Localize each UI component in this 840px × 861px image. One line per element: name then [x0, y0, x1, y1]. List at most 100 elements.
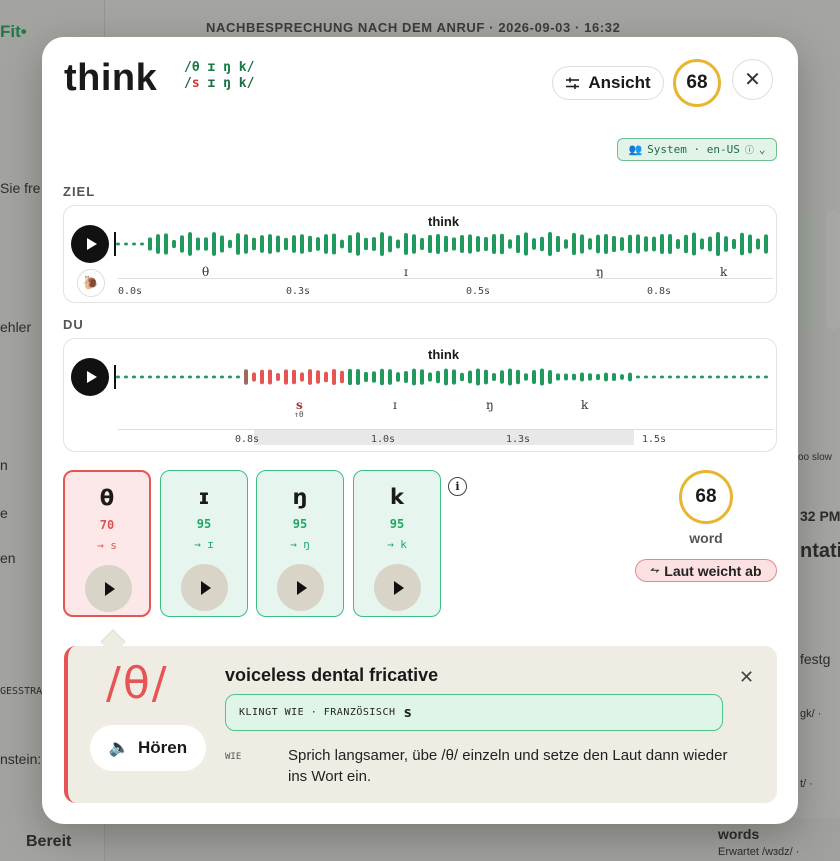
- sliders-icon: [566, 77, 580, 89]
- waveform-bar: [228, 375, 232, 379]
- waveform-bar: [484, 236, 488, 252]
- waveform-bar: [532, 370, 536, 384]
- waveform-bar: [588, 238, 592, 250]
- waveform-bar: [356, 368, 360, 386]
- phoneme-play-button[interactable]: [85, 565, 132, 612]
- waveform-bar: [204, 375, 208, 379]
- waveform-bar: [212, 375, 216, 379]
- background-text: festg: [800, 651, 831, 667]
- waveform-bar: [564, 373, 568, 381]
- target-tick: 0.3s: [286, 286, 311, 297]
- view-button[interactable]: Ansicht: [552, 66, 664, 100]
- info-icon[interactable]: i: [448, 477, 467, 496]
- phoneme-score: 95: [292, 517, 308, 531]
- waveform-bar: [396, 372, 400, 382]
- waveform-bar: [660, 375, 664, 379]
- phoneme-card[interactable]: ŋ 95 → ŋ: [256, 470, 344, 617]
- waveform-bar: [388, 235, 392, 253]
- background-card: [826, 210, 840, 330]
- slow-playback-button[interactable]: 🐌: [77, 269, 105, 297]
- waveform-bar: [220, 375, 224, 379]
- waveform-bar: [372, 236, 376, 252]
- waveform-bar: [644, 375, 648, 379]
- waveform-bar: [476, 368, 480, 386]
- speaker-icon: 👥: [628, 143, 643, 156]
- target-phoneme: ɪ: [404, 265, 408, 279]
- waveform-bar: [276, 372, 280, 382]
- waveform-bar: [388, 369, 392, 385]
- waveform-bar: [244, 234, 248, 254]
- sounds-like-label: KLINGT WIE · FRANZÖSISCH: [239, 707, 396, 718]
- phoneme-symbol: ɪ: [198, 485, 210, 509]
- ipa-error: s: [191, 76, 200, 91]
- view-button-label: Ansicht: [588, 73, 651, 92]
- snail-icon: 🐌: [82, 275, 100, 290]
- waveform-bar: [412, 368, 416, 386]
- word-score: 68: [679, 470, 733, 524]
- waveform-bar: [148, 375, 152, 379]
- waveform-bar: [372, 371, 376, 383]
- phoneme-play-button[interactable]: [374, 564, 421, 611]
- waveform-bar: [732, 238, 736, 250]
- waveform-bar: [500, 370, 504, 384]
- background-text: ntati: [800, 540, 840, 562]
- phoneme-play-button[interactable]: [277, 564, 324, 611]
- target-play-button[interactable]: [71, 225, 109, 263]
- waveform-bar: [756, 375, 760, 379]
- waveform-bar: [340, 370, 344, 384]
- user-tick: 1.0s: [371, 434, 396, 445]
- background-status: Bereit: [26, 833, 72, 850]
- target-section-label: ZIEL: [63, 184, 96, 199]
- waveform-bar: [300, 234, 304, 254]
- hear-button[interactable]: 🔈 Hören: [90, 725, 206, 771]
- close-button[interactable]: ✕: [732, 59, 773, 100]
- detail-phoneme: /θ/: [106, 658, 169, 709]
- waveform-bar: [116, 375, 120, 379]
- word-score-label: word: [689, 530, 723, 546]
- waveform-bar: [260, 235, 264, 253]
- waveform-bar: [348, 235, 352, 253]
- phoneme-card[interactable]: k 95 → k: [353, 470, 441, 617]
- phoneme-card[interactable]: ɪ 95 → ɪ: [160, 470, 248, 617]
- waveform-bar: [404, 233, 408, 255]
- waveform-bar: [364, 371, 368, 383]
- waveform-bar: [172, 375, 176, 379]
- waveform-bar: [604, 372, 608, 382]
- waveform-bar: [212, 232, 216, 256]
- detail-close-button[interactable]: ✕: [739, 667, 754, 688]
- user-waveform[interactable]: [114, 363, 774, 391]
- background-text: en: [0, 550, 16, 566]
- waveform-bar: [236, 375, 240, 379]
- waveform-bar: [460, 372, 464, 382]
- background-text: n: [0, 457, 8, 473]
- target-tick: 0.0s: [118, 286, 143, 297]
- waveform-bar: [636, 375, 640, 379]
- waveform-bar: [468, 370, 472, 384]
- waveform-bar: [628, 234, 632, 254]
- target-waveform[interactable]: [114, 230, 774, 258]
- waveform-bar: [588, 373, 592, 381]
- waveform-bar: [748, 234, 752, 254]
- info-icon: ⓘ: [744, 146, 754, 156]
- waveform-bar: [652, 375, 656, 379]
- user-waveform-title: think: [428, 347, 460, 362]
- waveform-bar: [700, 238, 704, 250]
- system-voice-selector[interactable]: 👥 System · en-US ⓘ ⌄: [617, 138, 777, 161]
- waveform-bar: [612, 373, 616, 381]
- phoneme-play-button[interactable]: [181, 564, 228, 611]
- user-tick: 1.3s: [506, 434, 531, 445]
- phoneme-symbol: ŋ: [292, 485, 308, 509]
- waveform-bar: [756, 238, 760, 250]
- waveform-bar: [572, 373, 576, 381]
- waveform-bar: [356, 232, 360, 256]
- waveform-bar: [284, 237, 288, 251]
- target-waveform-panel: 🐌 think θ ɪ ŋ k 0.0s 0.3s 0.5s 0.8s: [63, 205, 777, 303]
- waveform-bar: [428, 372, 432, 382]
- waveform-bar: [292, 235, 296, 253]
- user-play-button[interactable]: [71, 358, 109, 396]
- phoneme-card[interactable]: θ 70 → s: [63, 470, 151, 617]
- user-tick: 1.5s: [642, 434, 667, 445]
- waveform-bar: [340, 239, 344, 249]
- waveform-bar: [580, 234, 584, 254]
- waveform-bar: [740, 375, 744, 379]
